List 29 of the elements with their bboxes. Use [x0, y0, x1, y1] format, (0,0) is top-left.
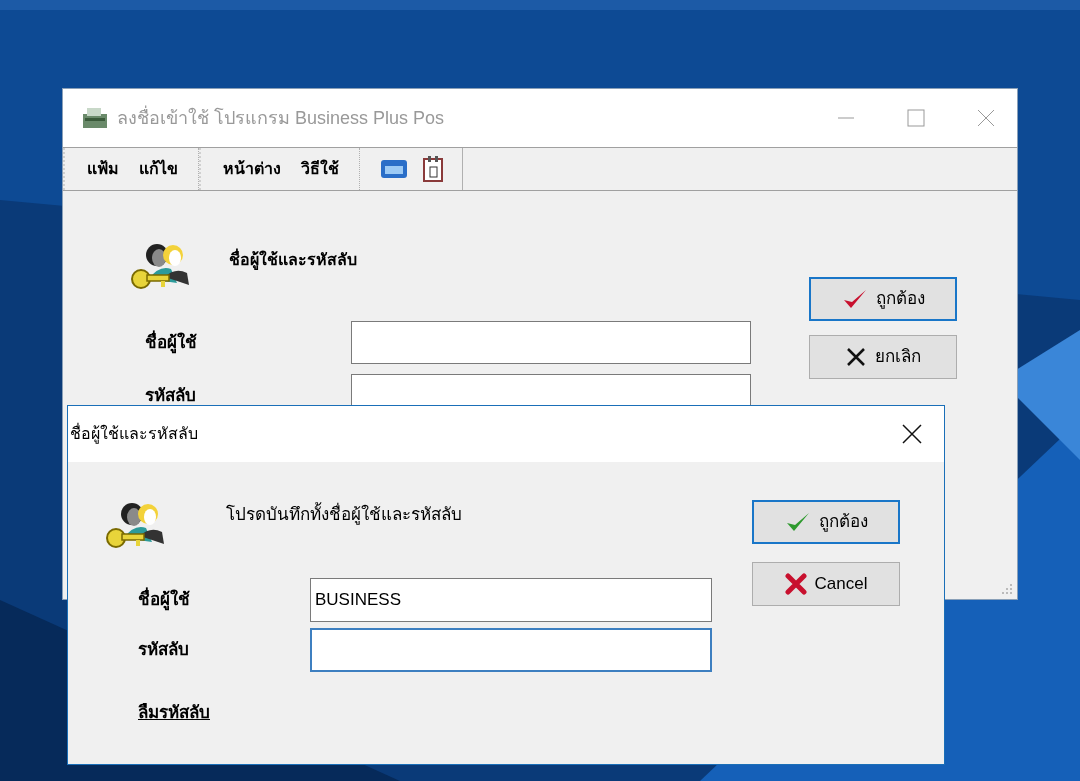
- calendar-icon[interactable]: [422, 155, 444, 183]
- field-label: รหัสลับ: [145, 384, 197, 407]
- input-field[interactable]: [351, 321, 751, 364]
- menu-item[interactable]: แฟ้ม: [87, 157, 119, 181]
- field-label: ชื่อผู้ใช้: [138, 587, 310, 613]
- menu-item[interactable]: หน้าต่าง: [223, 157, 281, 181]
- field-label: รหัสลับ: [138, 639, 190, 662]
- close-icon[interactable]: [902, 424, 922, 444]
- cross-icon: [845, 346, 867, 368]
- dialog-title: ชื่อผู้ใช้และรหัสลับ: [70, 422, 198, 446]
- cancel-button[interactable]: Cancel: [752, 562, 900, 606]
- forgot-password-link[interactable]: ลืมรหัสลับ: [138, 700, 210, 726]
- checkmark-icon: [784, 511, 811, 533]
- cross-icon: [784, 573, 807, 595]
- ok-button[interactable]: ถูกต้อง: [809, 277, 957, 321]
- cancel-button[interactable]: ยกเลิก: [809, 335, 957, 379]
- heading: ชื่อผู้ใช้และรหัสลับ: [229, 248, 357, 272]
- calculator-icon[interactable]: [380, 158, 408, 180]
- checkmark-icon: [841, 288, 868, 310]
- window-title: ลงชื่อเข้าใช้ โปรแกรม Business Plus Pos: [117, 104, 445, 130]
- register-icon: [81, 106, 109, 130]
- resize-grip-icon[interactable]: [1001, 583, 1013, 595]
- input-field[interactable]: [310, 628, 712, 672]
- menu-item[interactable]: วิธีใช้: [301, 157, 339, 181]
- field-label: ชื่อผู้ใช้: [145, 329, 198, 356]
- ok-button[interactable]: ถูกต้อง: [752, 500, 900, 544]
- menu-item[interactable]: แก้ไข: [139, 157, 178, 181]
- input-field[interactable]: BUSINESS: [310, 578, 712, 622]
- message-text: โปรดบันทึกทั้งชื่อผู้ใช้และรหัสลับ: [226, 502, 462, 528]
